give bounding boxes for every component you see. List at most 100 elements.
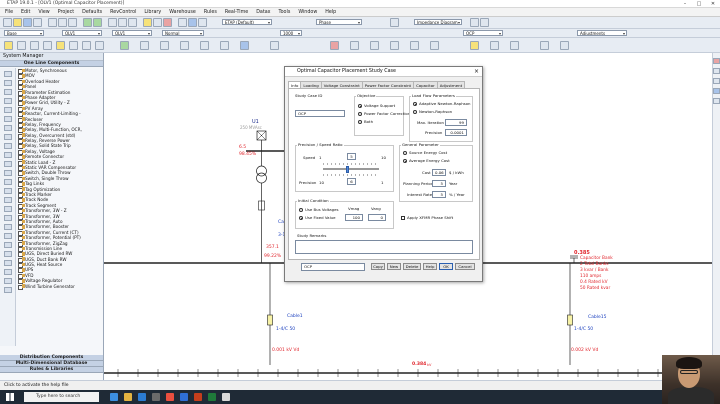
objective-pf-radio[interactable] (358, 112, 362, 116)
section-rules-libraries[interactable]: Rules & Libraries (0, 367, 103, 373)
edge-icon[interactable] (138, 393, 146, 401)
bus-icon[interactable] (30, 41, 39, 50)
chrome-icon[interactable] (166, 393, 174, 401)
planning-period-field[interactable]: 5 (432, 180, 446, 187)
cut-icon[interactable] (48, 18, 57, 27)
study-case-footer-select[interactable]: OCP (301, 263, 365, 271)
find-icon[interactable] (470, 18, 479, 27)
presentation-select[interactable]: ETAP (Default) (222, 19, 272, 25)
etap-taskbar-icon[interactable] (222, 393, 230, 401)
relay-icon[interactable] (160, 41, 169, 50)
menu-help[interactable]: Help (325, 10, 336, 15)
dc-icon[interactable] (490, 41, 499, 50)
meter-icon[interactable] (220, 41, 229, 50)
help-icon[interactable] (480, 18, 489, 27)
zoom-out-icon[interactable] (118, 18, 127, 27)
adjustments-select[interactable]: Adjustments (577, 30, 627, 36)
olv-select[interactable]: OLV1 (62, 30, 102, 36)
interest-rate-field[interactable]: 5 (432, 191, 446, 198)
tab-capacitor[interactable]: Capacitor (413, 81, 438, 88)
help-button[interactable]: Help (423, 263, 437, 270)
menu-window[interactable]: Window (298, 10, 317, 15)
tab-loading[interactable]: Loading (300, 81, 322, 88)
paste-icon[interactable] (68, 18, 77, 27)
menu-warehouse[interactable]: Warehouse (169, 10, 196, 15)
olv-config-select[interactable]: OLV1 (112, 30, 152, 36)
study-case-select[interactable]: OCP (463, 30, 503, 36)
motor-icon[interactable] (140, 41, 149, 50)
switch-icon[interactable] (180, 41, 189, 50)
cable15-label[interactable]: Cable15 (588, 315, 607, 320)
cancel-button[interactable]: Cancel (455, 263, 475, 270)
ground-icon[interactable] (240, 41, 249, 50)
impedance-select[interactable]: Impedance Diagram (414, 19, 462, 25)
windows-start-icon[interactable] (6, 393, 14, 401)
fuse-icon[interactable] (200, 41, 209, 50)
tab-power-factor-constraint[interactable]: Power Factor Constraint (361, 81, 415, 88)
reliability-icon[interactable] (510, 41, 519, 50)
short-circuit-icon[interactable] (350, 41, 359, 50)
file-explorer-icon[interactable] (124, 393, 132, 401)
ocp-run-icon[interactable] (470, 41, 479, 50)
menu-view[interactable]: View (38, 10, 49, 15)
copy-button[interactable]: Copy (371, 263, 385, 270)
section-one-line[interactable]: One Line Components (0, 61, 103, 67)
objective-voltage-radio[interactable] (358, 104, 362, 108)
new-icon[interactable] (3, 18, 12, 27)
tab-adjustment[interactable]: Adjustment (436, 81, 466, 88)
menu-file[interactable]: File (5, 10, 13, 15)
generator-icon[interactable] (56, 41, 65, 50)
menu-tools[interactable]: Tools (279, 10, 291, 15)
arrow-icon[interactable] (17, 41, 26, 50)
mode-select[interactable]: Normal (162, 30, 204, 36)
menu-defaults[interactable]: Defaults (82, 10, 102, 15)
capacitor-info[interactable]: Capacitor Bank 2 Total Banks 3 kvar / Ba… (580, 256, 613, 292)
max-iteration-field[interactable]: 99 (445, 119, 467, 126)
newton-raphson-radio[interactable] (413, 110, 417, 114)
average-energy-cost-radio[interactable] (403, 159, 407, 163)
alert-icon[interactable] (163, 18, 172, 27)
copy-icon[interactable] (58, 18, 67, 27)
cable-icon[interactable] (69, 41, 78, 50)
speed-value[interactable]: 5 (347, 153, 356, 160)
undo-icon[interactable] (83, 18, 92, 27)
menu-library[interactable]: Library (144, 10, 161, 15)
transformer-icon[interactable] (43, 41, 52, 50)
minimize-button[interactable]: – (678, 0, 692, 8)
zoom-fit-icon[interactable] (128, 18, 137, 27)
close-button[interactable]: ✕ (706, 0, 720, 8)
tool-b-icon[interactable] (713, 78, 720, 84)
lock-icon[interactable] (390, 18, 399, 27)
maximize-button[interactable]: □ (692, 0, 706, 8)
tool-a-icon[interactable] (713, 68, 720, 74)
precision-speed-track[interactable] (323, 168, 379, 170)
new-button[interactable]: New (387, 263, 401, 270)
precision-field[interactable]: 0.0001 (445, 129, 467, 136)
breaker-icon[interactable] (82, 41, 91, 50)
menu-edit[interactable]: Edit (21, 10, 30, 15)
tool-d-icon[interactable] (713, 98, 720, 104)
menu-real-time[interactable]: Real-Time (225, 10, 248, 15)
database-icon[interactable] (188, 18, 197, 27)
powerpoint-icon[interactable] (194, 393, 202, 401)
delete-button[interactable]: Delete (403, 263, 421, 270)
n2-icon[interactable] (430, 41, 439, 50)
menu-rules[interactable]: Rules (204, 10, 217, 15)
use-fixed-value-radio[interactable] (299, 216, 303, 220)
save-icon[interactable] (23, 18, 32, 27)
apply-xfmr-phase-shift-checkbox[interactable] (401, 216, 405, 220)
alert-view-icon[interactable] (560, 41, 569, 50)
mode-edit-icon[interactable] (4, 41, 13, 50)
report-manager-icon[interactable] (540, 41, 549, 50)
dialog-close-icon[interactable]: × (474, 67, 479, 77)
theme-icon[interactable] (143, 18, 152, 27)
redo-icon[interactable] (93, 18, 102, 27)
run-load-flow-icon[interactable] (330, 41, 339, 50)
task-view-icon[interactable] (110, 393, 118, 401)
menu-datax[interactable]: Datax (256, 10, 270, 15)
library-icon[interactable] (178, 18, 187, 27)
word-icon[interactable] (180, 393, 188, 401)
adaptive-nr-radio[interactable] (413, 102, 417, 106)
study-case-id-field[interactable]: OCP (295, 110, 345, 117)
phase-select[interactable]: Phase (316, 19, 362, 25)
